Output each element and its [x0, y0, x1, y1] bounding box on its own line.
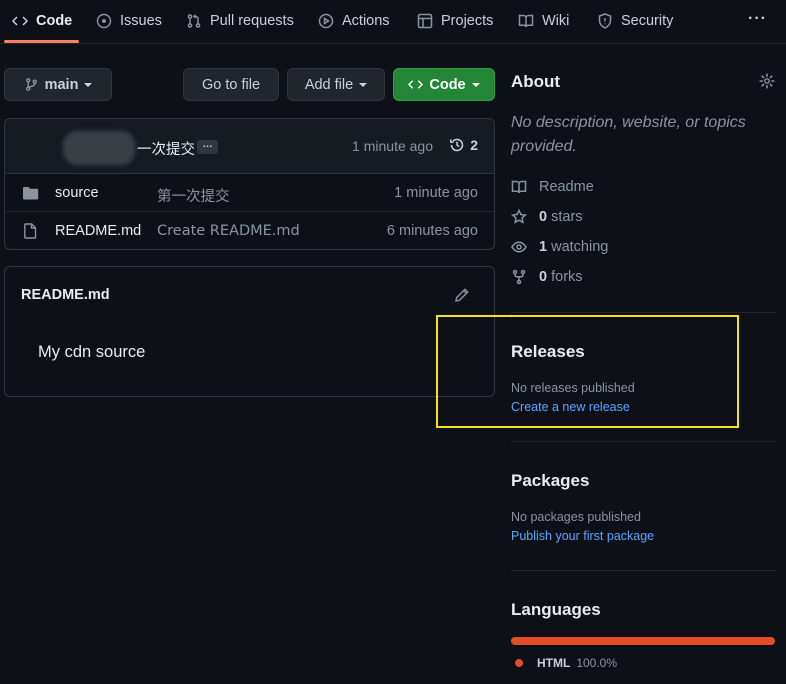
language-bar [511, 637, 775, 645]
watching-count: 1 [539, 239, 548, 255]
code-button-label: Code [429, 76, 466, 93]
sidebar-divider [511, 570, 776, 571]
language-item-html[interactable]: HTML 100.0% [515, 656, 617, 670]
stars-label: stars [551, 209, 583, 225]
file-row-source[interactable]: source 第一次提交 1 minute ago [5, 174, 494, 212]
tab-issues-label: Issues [120, 13, 162, 29]
language-color-dot [515, 659, 523, 667]
stars-link[interactable]: 0 stars [511, 207, 583, 227]
file-commit-age: 6 minutes ago [386, 223, 478, 239]
languages-heading: Languages [511, 600, 601, 619]
latest-commit-time[interactable]: 1 minute ago [352, 138, 433, 154]
file-commit-message-link[interactable]: 第一次提交 [157, 185, 230, 206]
file-list: 一次提交 … 1 minute ago 2 source 第一次提交 1 min… [4, 118, 495, 250]
forks-label: forks [551, 269, 583, 285]
file-name-link[interactable]: source [55, 185, 99, 201]
sidebar-divider [511, 441, 776, 442]
commit-count: 2 [470, 137, 478, 153]
file-icon [24, 223, 37, 239]
redacted-author-avatar [63, 131, 135, 165]
sidebar-divider [511, 312, 776, 313]
tab-pull-requests[interactable]: Pull requests [186, 0, 294, 42]
table-icon [417, 13, 433, 29]
file-name-link[interactable]: README.md [55, 223, 141, 239]
issue-opened-icon [96, 13, 112, 29]
go-to-file-label: Go to file [201, 76, 261, 93]
commit-history-link[interactable]: 2 [449, 137, 478, 153]
tab-wiki-label: Wiki [542, 13, 570, 29]
add-file-label: Add file [304, 76, 354, 93]
git-branch-icon [25, 78, 37, 91]
eye-icon [511, 241, 527, 253]
tab-projects[interactable]: Projects [417, 0, 493, 42]
book-icon [518, 14, 534, 28]
latest-commit-message[interactable]: 一次提交 [137, 138, 195, 159]
about-description: No description, website, or topics provi… [511, 114, 746, 155]
branch-name: main [44, 76, 79, 93]
tab-security-label: Security [621, 13, 674, 29]
tab-actions[interactable]: Actions [318, 0, 390, 42]
tab-pull-requests-label: Pull requests [210, 13, 294, 29]
tab-wiki[interactable]: Wiki [518, 0, 569, 42]
language-percent: 100.0% [576, 656, 618, 670]
git-pull-request-icon [187, 14, 201, 28]
go-to-file-button[interactable]: Go to file [183, 68, 279, 101]
readme-content: My cdn source [38, 343, 146, 361]
packages-heading[interactable]: Packages [511, 471, 589, 491]
readme-panel: README.md My cdn source [4, 266, 495, 397]
tab-code[interactable]: Code [12, 0, 72, 42]
releases-highlight-box [436, 315, 739, 428]
language-name: HTML [537, 656, 571, 670]
star-icon [511, 209, 527, 224]
about-heading: About [511, 72, 561, 91]
tab-security[interactable]: Security [597, 0, 673, 42]
folder-icon [23, 187, 39, 200]
nav-more-button[interactable]: ··· [748, 10, 767, 28]
file-row-readme[interactable]: README.md Create README.md 6 minutes ago [5, 212, 494, 249]
forks-count: 0 [539, 269, 548, 285]
readme-link-label: Readme [539, 179, 594, 195]
add-file-button[interactable]: Add file [287, 68, 385, 101]
latest-commit-bar: 一次提交 … 1 minute ago 2 [5, 119, 494, 174]
tab-code-label: Code [36, 13, 73, 29]
file-commit-age: 1 minute ago [394, 185, 478, 201]
pencil-icon[interactable] [454, 287, 470, 303]
stars-count: 0 [539, 209, 548, 225]
tab-projects-label: Projects [441, 13, 494, 29]
readme-link[interactable]: Readme [511, 177, 594, 197]
repo-forked-icon [512, 269, 526, 285]
tab-issues[interactable]: Issues [96, 0, 162, 42]
active-tab-indicator [4, 40, 79, 43]
publish-package-link[interactable]: Publish your first package [511, 529, 654, 543]
book-icon [511, 180, 527, 194]
readme-title[interactable]: README.md [21, 287, 110, 303]
chevron-down-icon [359, 82, 368, 87]
history-icon [450, 138, 464, 152]
code-download-button[interactable]: Code [393, 68, 495, 101]
file-commit-message-link[interactable]: Create README.md [157, 223, 300, 239]
packages-empty-text: No packages published [511, 510, 641, 524]
watchers-link[interactable]: 1 watching [511, 237, 608, 257]
code-icon [408, 80, 424, 89]
play-icon [318, 13, 334, 29]
forks-link[interactable]: 0 forks [511, 267, 583, 287]
shield-icon [598, 13, 612, 29]
branch-select-button[interactable]: main [4, 68, 112, 101]
chevron-down-icon [471, 82, 480, 87]
watching-label: watching [551, 239, 609, 255]
tab-actions-label: Actions [342, 13, 390, 29]
chevron-down-icon [84, 82, 93, 87]
gear-icon[interactable] [759, 73, 775, 89]
commit-expand-button[interactable]: … [197, 140, 218, 154]
code-icon [12, 16, 28, 26]
repo-nav: Code Issues Pull requests Actions Projec… [0, 0, 786, 44]
